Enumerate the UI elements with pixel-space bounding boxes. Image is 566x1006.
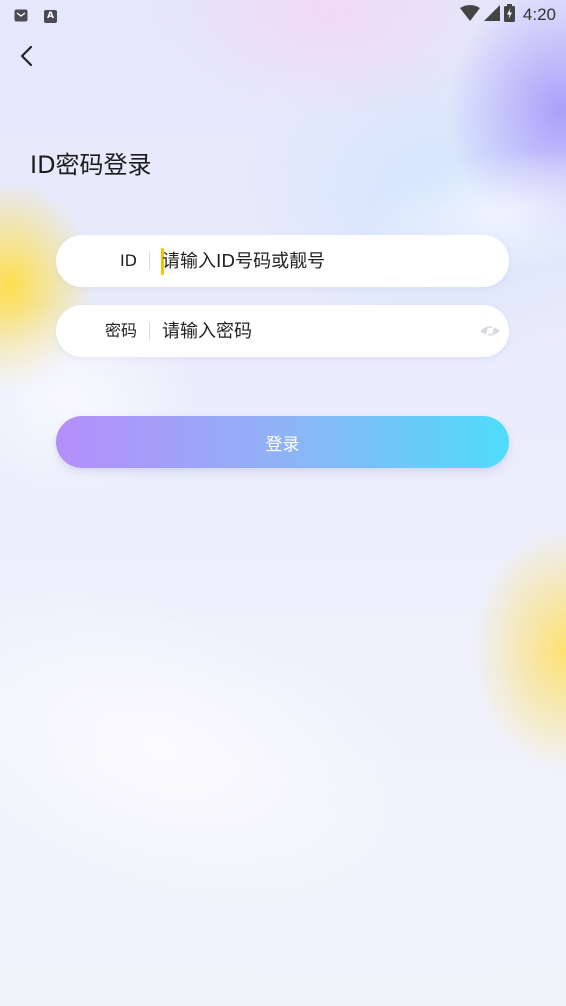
id-field-label: ID	[119, 251, 137, 270]
background-glow	[0, 520, 473, 980]
id-field[interactable]: ID	[56, 235, 509, 287]
password-field-label: 密码	[104, 321, 137, 340]
password-field[interactable]: 密码	[56, 305, 509, 357]
page-title: ID密码登录	[30, 151, 152, 179]
status-bar: A 4:20	[0, 0, 566, 30]
notification-icon	[14, 7, 28, 26]
clock: 4:20	[522, 5, 556, 24]
chevron-left-icon	[20, 45, 33, 67]
field-divider	[149, 252, 150, 270]
field-divider	[149, 322, 150, 340]
back-button[interactable]	[14, 40, 42, 72]
status-bar-left: A	[14, 7, 57, 26]
app-a-icon: A	[44, 10, 57, 23]
eye-icon[interactable]	[479, 321, 501, 341]
battery-charging-icon	[503, 4, 515, 26]
id-input[interactable]	[162, 235, 462, 287]
wifi-icon	[459, 5, 480, 25]
status-bar-right: 4:20	[459, 4, 556, 26]
password-input[interactable]	[162, 305, 462, 357]
cellular-signal-icon	[483, 5, 500, 25]
login-button[interactable]: 登录	[56, 416, 509, 468]
